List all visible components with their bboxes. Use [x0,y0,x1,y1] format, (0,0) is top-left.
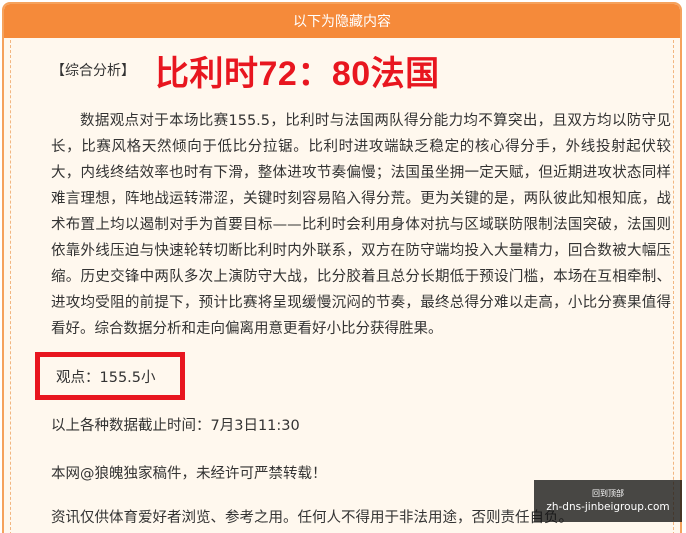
match-headline: 比利时72：80法国 [155,54,440,93]
verdict-text: 观点：155.5小 [56,369,156,386]
verdict-box: 观点：155.5小 [35,352,185,400]
analysis-tag: 【综合分析】 [51,63,135,79]
hidden-content-panel: 以下为隐藏内容 【综合分析】 比利时72：80法国 数据观点对于本场比赛155.… [2,2,682,533]
header-text: 以下为隐藏内容 [293,14,391,30]
data-cutoff-time: 以上各种数据截止时间：7月3日11:30 [51,418,300,434]
back-to-top-label[interactable]: 回到顶部 [592,488,624,500]
analysis-paragraph: 数据观点对于本场比赛155.5，比利时与法国两队得分能力均不算突出，且双方均以防… [51,113,671,337]
hidden-content-header: 以下为隐藏内容 [4,4,680,38]
content-area: 【综合分析】 比利时72：80法国 数据观点对于本场比赛155.5，比利时与法国… [10,40,674,533]
disclaimer-text: 资讯仅供体育爱好者浏览、参考之用。任何人不得用于非法用途，否则责任自负。 [51,510,573,526]
copyright-notice: 本网@狼魄独家稿件，未经许可严禁转载！ [51,466,327,482]
title-row: 【综合分析】 比利时72：80法国 [51,44,440,96]
site-url-watermark: zh-dns-jinbeigroup.com [546,501,670,513]
back-to-top-overlay[interactable]: 回到顶部 zh-dns-jinbeigroup.com [534,480,682,522]
